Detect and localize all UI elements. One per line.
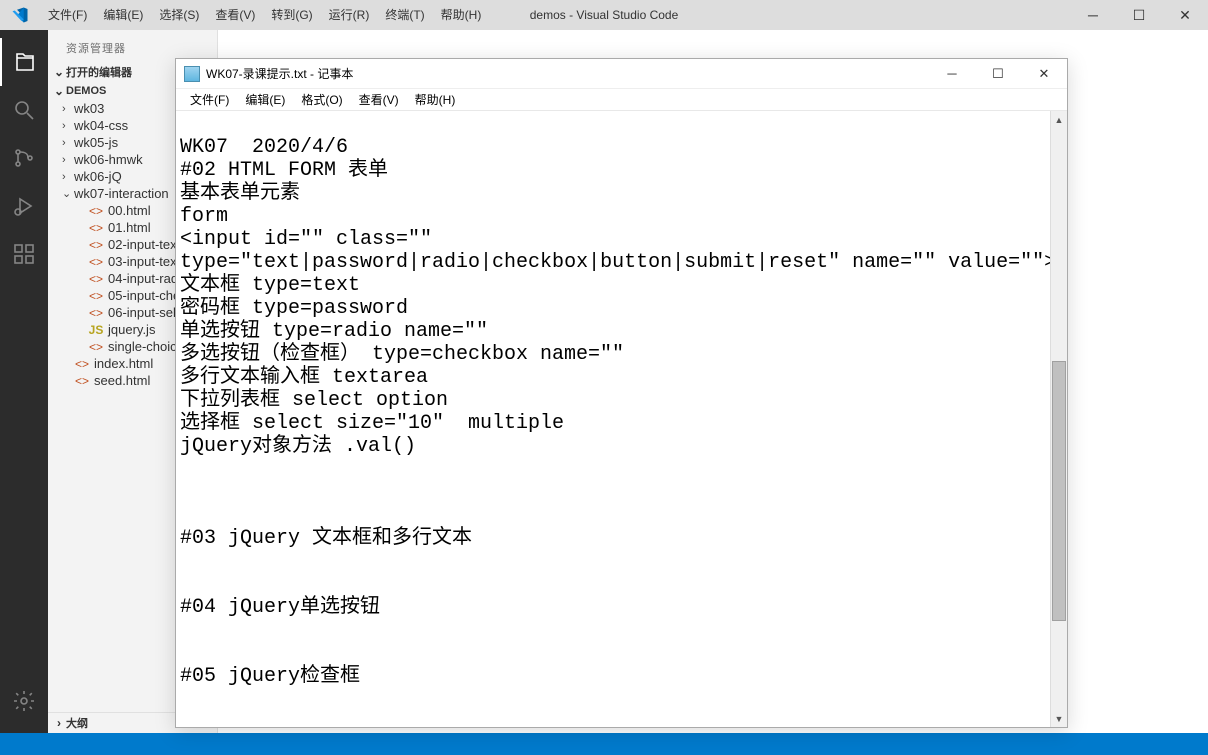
menu-view[interactable]: 查看(V) <box>207 0 263 30</box>
notepad-icon <box>184 66 200 82</box>
notepad-menubar: 文件(F) 编辑(E) 格式(O) 查看(V) 帮助(H) <box>176 89 1067 111</box>
settings-gear-icon[interactable] <box>0 677 48 725</box>
maximize-button[interactable]: ☐ <box>1116 0 1162 30</box>
vscode-titlebar: 文件(F) 编辑(E) 选择(S) 查看(V) 转到(G) 运行(R) 终端(T… <box>0 0 1208 30</box>
project-label: DEMOS <box>66 85 106 97</box>
np-menu-format[interactable]: 格式(O) <box>293 91 350 108</box>
activity-bar <box>0 30 48 733</box>
np-menu-file[interactable]: 文件(F) <box>182 91 237 108</box>
notepad-maximize-button[interactable]: ☐ <box>975 59 1021 89</box>
menu-file[interactable]: 文件(F) <box>40 0 95 30</box>
extensions-icon[interactable] <box>0 230 48 278</box>
debug-icon[interactable] <box>0 182 48 230</box>
notepad-scrollbar[interactable]: ▲ ▼ <box>1050 111 1067 727</box>
minimize-button[interactable]: ─ <box>1070 0 1116 30</box>
search-icon[interactable] <box>0 86 48 134</box>
menu-run[interactable]: 运行(R) <box>321 0 378 30</box>
menu-help[interactable]: 帮助(H) <box>433 0 490 30</box>
menu-edit[interactable]: 编辑(E) <box>95 0 151 30</box>
outline-label: 大纲 <box>66 715 88 731</box>
close-button[interactable]: ✕ <box>1162 0 1208 30</box>
notepad-close-button[interactable]: ✕ <box>1021 59 1067 89</box>
status-bar <box>0 733 1208 755</box>
scroll-up-icon[interactable]: ▲ <box>1051 111 1067 128</box>
np-menu-help[interactable]: 帮助(H) <box>407 91 464 108</box>
menu-terminal[interactable]: 终端(T) <box>377 0 432 30</box>
open-editors-label: 打开的编辑器 <box>66 64 132 80</box>
np-menu-view[interactable]: 查看(V) <box>351 91 407 108</box>
notepad-minimize-button[interactable]: ─ <box>929 59 975 89</box>
scroll-down-icon[interactable]: ▼ <box>1051 710 1067 727</box>
scroll-thumb[interactable] <box>1052 361 1066 621</box>
explorer-icon[interactable] <box>0 38 48 86</box>
menu-selection[interactable]: 选择(S) <box>151 0 207 30</box>
vscode-logo-icon <box>0 6 40 24</box>
folder-label: wk07-interaction <box>74 186 169 201</box>
window-title: demos - Visual Studio Code <box>530 8 679 22</box>
source-control-icon[interactable] <box>0 134 48 182</box>
notepad-title: WK07-录课提示.txt - 记事本 <box>206 65 353 82</box>
np-menu-edit[interactable]: 编辑(E) <box>237 91 293 108</box>
vscode-menu: 文件(F) 编辑(E) 选择(S) 查看(V) 转到(G) 运行(R) 终端(T… <box>40 0 489 30</box>
menu-go[interactable]: 转到(G) <box>263 0 320 30</box>
notepad-window: WK07-录课提示.txt - 记事本 ─ ☐ ✕ 文件(F) 编辑(E) 格式… <box>175 58 1068 728</box>
notepad-content[interactable]: WK07 2020/4/6 #02 HTML FORM 表单 基本表单元素 fo… <box>176 111 1067 727</box>
notepad-titlebar[interactable]: WK07-录课提示.txt - 记事本 ─ ☐ ✕ <box>176 59 1067 89</box>
